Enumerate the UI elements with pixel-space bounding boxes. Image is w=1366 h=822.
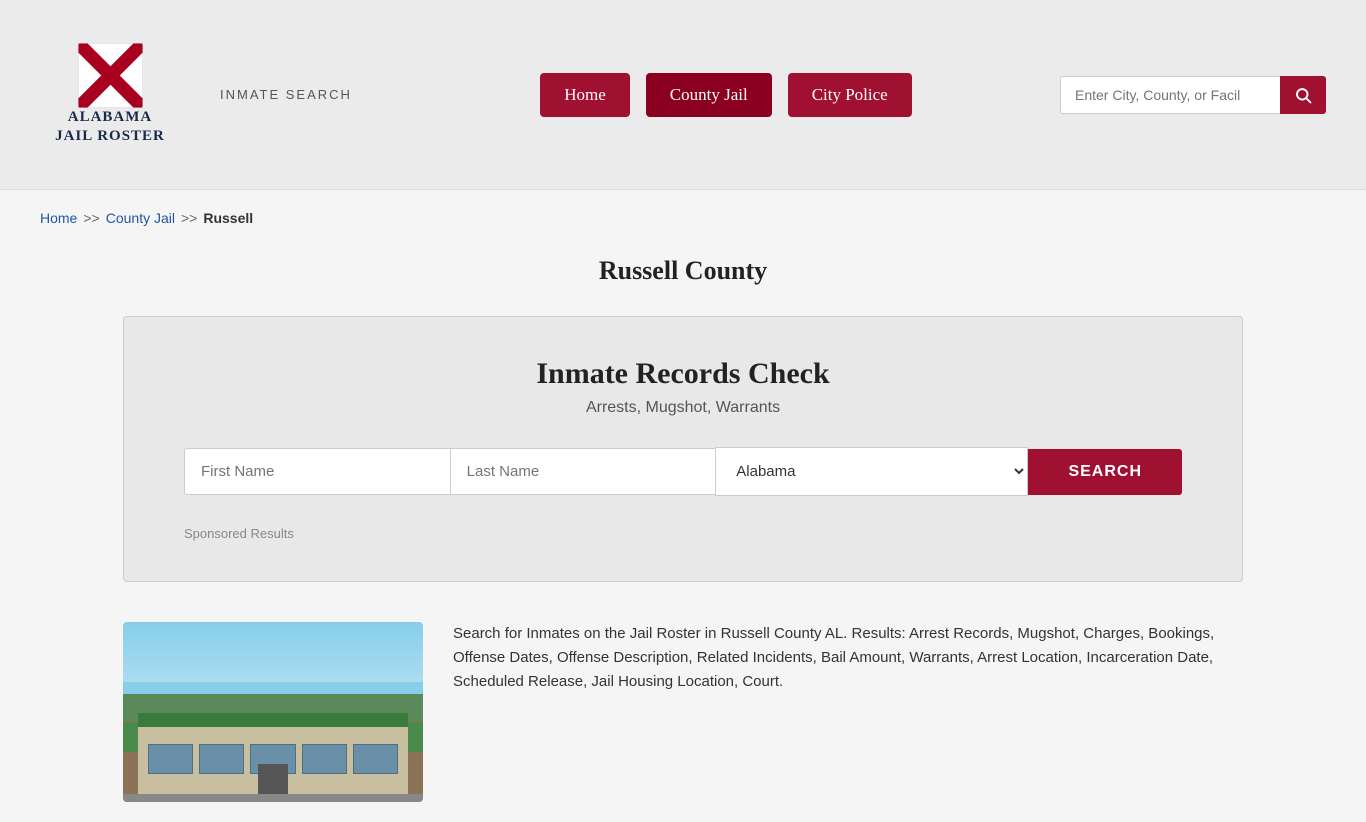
description-text: Search for Inmates on the Jail Roster in… [453,622,1243,802]
breadcrumb-sep-1: >> [83,210,99,226]
bottom-section: Search for Inmates on the Jail Roster in… [123,612,1243,802]
inmate-search-label: INMATE SEARCH [220,87,352,102]
window-5 [353,744,398,774]
alabama-flag-icon [78,43,143,108]
nav-county-jail-button[interactable]: County Jail [646,73,772,117]
breadcrumb-current: Russell [203,210,253,226]
logo-area: ALABAMA JAIL ROSTER [40,43,180,147]
nav-city-police-button[interactable]: City Police [788,73,912,117]
logo-text: ALABAMA JAIL ROSTER [55,108,165,147]
main-content: Home >> County Jail >> Russell Russell C… [0,190,1366,822]
sponsored-label: Sponsored Results [184,526,1182,541]
header-search-button[interactable] [1280,76,1326,114]
records-check-subtitle: Arrests, Mugshot, Warrants [184,399,1182,417]
sky [123,622,423,682]
window-1 [148,744,193,774]
window-4 [302,744,347,774]
nav-home-button[interactable]: Home [540,73,630,117]
breadcrumb-county-jail[interactable]: County Jail [106,210,175,226]
header-search-input[interactable] [1060,76,1280,114]
breadcrumb-sep-2: >> [181,210,197,226]
site-header: ALABAMA JAIL ROSTER INMATE SEARCH Home C… [0,0,1366,190]
building-image [123,622,423,802]
breadcrumb: Home >> County Jail >> Russell [40,210,1326,226]
records-search-button[interactable]: SEARCH [1028,449,1182,495]
last-name-input[interactable] [450,448,716,495]
records-search-form: Alabama Alaska Arizona Arkansas Californ… [184,447,1182,496]
records-check-title: Inmate Records Check [184,357,1182,391]
state-select[interactable]: Alabama Alaska Arizona Arkansas Californ… [715,447,1028,496]
window-2 [199,744,244,774]
page-title: Russell County [40,256,1326,286]
breadcrumb-home[interactable]: Home [40,210,77,226]
search-icon [1294,86,1312,104]
ground [123,794,423,802]
records-check-box: Inmate Records Check Arrests, Mugshot, W… [123,316,1243,582]
first-name-input[interactable] [184,448,450,495]
nav-buttons: Home County Jail City Police [442,73,1010,117]
header-search-area [1060,76,1326,114]
building-roof [138,713,408,727]
